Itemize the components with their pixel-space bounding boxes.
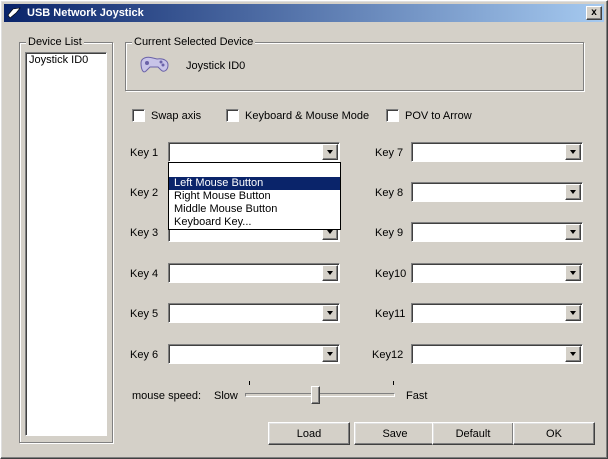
key10-label: Key10 [375,268,407,280]
key1-dropdown-list[interactable]: Left Mouse Button Right Mouse Button Mid… [168,162,341,230]
key12-dropdown-arrow[interactable] [565,346,581,362]
chevron-down-icon [327,311,333,315]
key6-select[interactable] [168,344,340,364]
swap-axis-checkbox[interactable]: Swap axis [132,109,201,122]
slider-tick-max [393,381,394,385]
key8-select[interactable] [411,182,583,202]
pov-to-arrow-box[interactable] [386,109,399,122]
swap-axis-box[interactable] [132,109,145,122]
chevron-down-icon [570,271,576,275]
key1-select[interactable] [168,142,340,162]
chevron-down-icon [570,190,576,194]
key3-label: Key 3 [130,227,159,239]
chevron-down-icon [327,150,333,154]
key11-label: Key11 [375,308,406,320]
current-device-name: Joystick ID0 [186,60,246,72]
key8-dropdown-arrow[interactable] [565,184,581,200]
key9-select[interactable] [411,222,583,242]
chevron-down-icon [570,311,576,315]
fast-label: Fast [406,390,428,402]
keyboard-mouse-mode-label: Keyboard & Mouse Mode [245,109,370,122]
chevron-down-icon [570,230,576,234]
keyboard-mouse-mode-checkbox[interactable]: Keyboard & Mouse Mode [226,109,369,122]
chevron-down-icon [327,271,333,275]
key9-dropdown-arrow[interactable] [565,224,581,240]
close-icon: x [591,7,597,18]
key4-dropdown-arrow[interactable] [322,265,338,281]
joystick-app-icon [7,6,23,20]
dropdown-option-keyboard-key[interactable]: Keyboard Key... [169,216,340,229]
key5-label: Key 5 [130,308,159,320]
dropdown-option-left-mouse[interactable]: Left Mouse Button [169,177,340,190]
chevron-down-icon [327,352,333,356]
gamepad-icon [137,53,171,79]
key11-select[interactable] [411,303,583,323]
chevron-down-icon [570,352,576,356]
dropdown-option-middle-mouse[interactable]: Middle Mouse Button [169,203,340,216]
chevron-down-icon [570,150,576,154]
key11-dropdown-arrow[interactable] [565,305,581,321]
key1-dropdown-arrow[interactable] [322,144,338,160]
pov-to-arrow-checkbox[interactable]: POV to Arrow [386,109,472,122]
mouse-speed-label: mouse speed: [132,390,202,402]
current-device-label: Current Selected Device [132,35,256,49]
default-button[interactable]: Default [432,422,514,445]
device-list-label: Device List [26,35,84,49]
slider-tick-min [249,381,250,385]
key9-label: Key 9 [375,227,404,239]
key12-label: Key12 [372,349,404,361]
mouse-speed-thumb[interactable] [311,386,321,404]
window-title: USB Network Joystick [27,7,144,19]
pov-to-arrow-label: POV to Arrow [405,109,472,122]
load-button[interactable]: Load [268,422,350,445]
key7-select[interactable] [411,142,583,162]
key2-label: Key 2 [130,187,159,199]
key6-label: Key 6 [130,349,159,361]
key8-label: Key 8 [375,187,404,199]
key12-select[interactable] [411,344,583,364]
list-item[interactable]: Joystick ID0 [26,53,106,68]
chevron-down-icon [327,230,333,234]
slow-label: Slow [214,390,238,402]
key7-label: Key 7 [375,147,404,159]
dialog-window: USB Network Joystick x Device List Joyst… [0,0,608,459]
key5-dropdown-arrow[interactable] [322,305,338,321]
swap-axis-label: Swap axis [151,109,202,122]
key4-select[interactable] [168,263,340,283]
dropdown-option-right-mouse[interactable]: Right Mouse Button [169,190,340,203]
device-listbox[interactable]: Joystick ID0 [25,52,107,436]
title-bar[interactable]: USB Network Joystick x [4,4,604,22]
save-button[interactable]: Save [354,422,436,445]
key10-dropdown-arrow[interactable] [565,265,581,281]
key10-select[interactable] [411,263,583,283]
key6-dropdown-arrow[interactable] [322,346,338,362]
key4-label: Key 4 [130,268,159,280]
ok-button[interactable]: OK [513,422,595,445]
close-button[interactable]: x [586,6,602,20]
keyboard-mouse-mode-box[interactable] [226,109,239,122]
key7-dropdown-arrow[interactable] [565,144,581,160]
key1-label: Key 1 [130,147,159,159]
key5-select[interactable] [168,303,340,323]
